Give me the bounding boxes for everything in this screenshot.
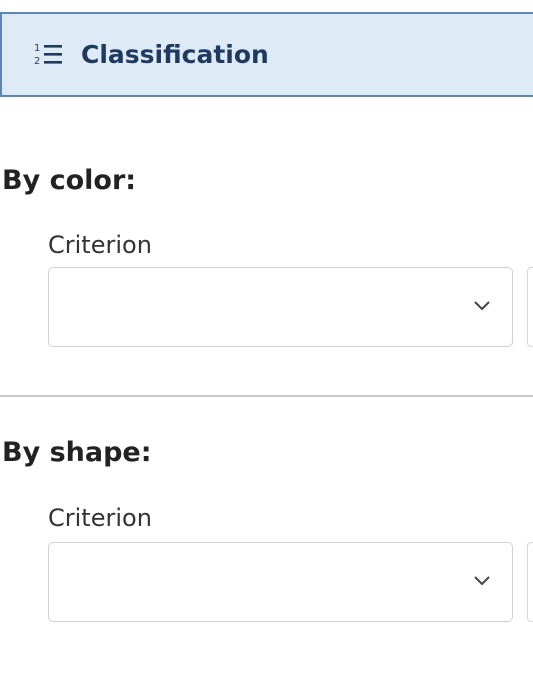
chevron-down-icon xyxy=(472,573,492,587)
section-title-by-color: By color: xyxy=(2,165,137,196)
chevron-down-icon xyxy=(472,298,492,312)
criterion-select-color[interactable] xyxy=(48,267,513,347)
section-divider xyxy=(0,395,533,397)
section-title-by-shape: By shape: xyxy=(2,437,152,468)
classification-panel: 1 2 Classification By color: Criterion B… xyxy=(0,0,533,678)
criterion-label-color: Criterion xyxy=(48,231,152,259)
numbered-list-icon: 1 2 xyxy=(33,35,81,75)
classification-header[interactable]: 1 2 Classification xyxy=(0,12,533,97)
svg-text:2: 2 xyxy=(34,56,40,67)
adjacent-field-edge[interactable] xyxy=(527,542,533,622)
header-title: Classification xyxy=(81,40,269,69)
criterion-label-shape: Criterion xyxy=(48,504,152,532)
adjacent-field-edge[interactable] xyxy=(527,267,533,347)
svg-text:1: 1 xyxy=(34,43,40,54)
criterion-select-shape[interactable] xyxy=(48,542,513,622)
